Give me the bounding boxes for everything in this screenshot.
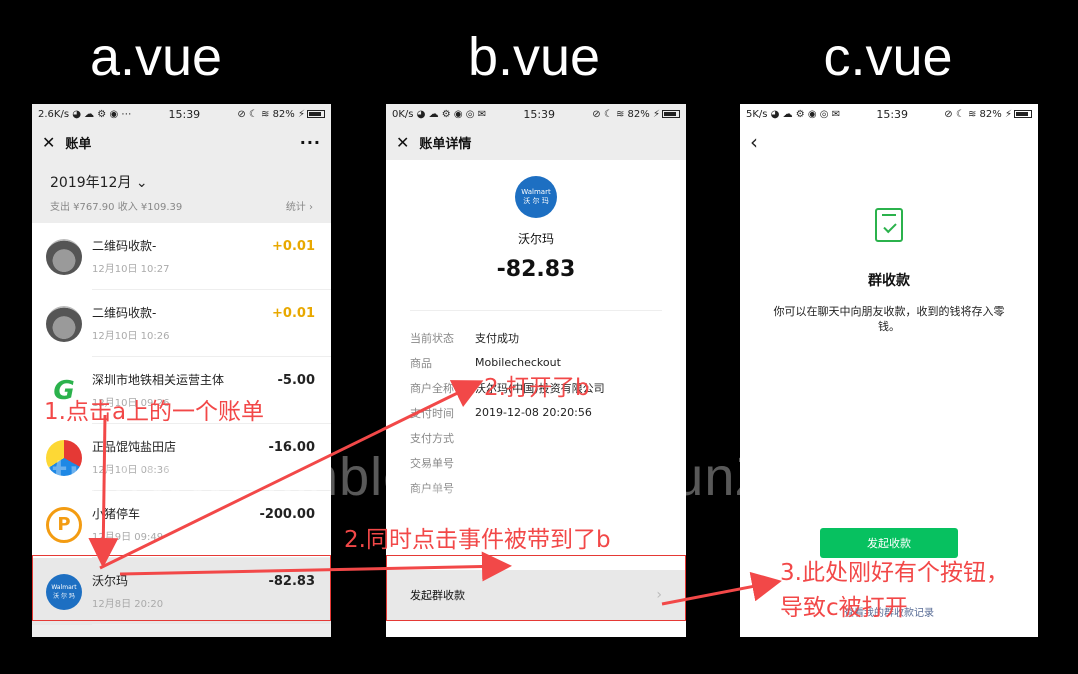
arrow-b-to-c — [661, 571, 782, 606]
annotation-step2b: 2.同时点击事件被带到了b — [344, 527, 611, 553]
arrow-down-to-row — [88, 414, 119, 568]
annotation-step2a: 2.打开了b — [484, 375, 590, 401]
arrow-row-to-b — [119, 551, 512, 582]
annotation-step1: 1.点击a上的一个账单 — [44, 399, 265, 425]
annotation-step3-line2: 导致c被打开 — [780, 595, 908, 621]
annotation-step3-line1: 3.此处刚好有个按钮， — [780, 560, 1009, 586]
